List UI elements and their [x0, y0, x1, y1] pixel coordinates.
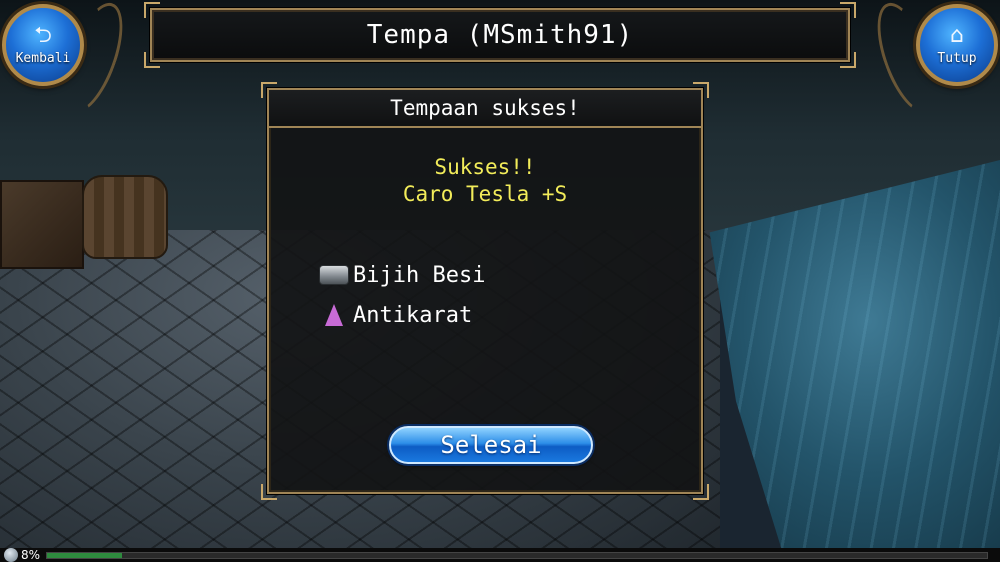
wooden-crate: [0, 180, 84, 269]
result-item-name: Caro Tesla +S: [402, 182, 568, 206]
done-button-label: Selesai: [440, 431, 542, 459]
experience-orb-icon: [4, 548, 18, 562]
list-item: Antikarat: [319, 295, 485, 335]
list-item: Bijih Besi: [319, 255, 485, 295]
corner-ornament: [144, 52, 160, 68]
corner-ornament: [693, 82, 709, 98]
done-button[interactable]: Selesai: [389, 426, 593, 464]
iron-ore-icon: [319, 260, 349, 290]
material-label: Bijih Besi: [353, 262, 486, 288]
dialog-title: Tempaan sukses!: [390, 96, 580, 120]
corner-ornament: [693, 484, 709, 500]
close-button[interactable]: ⌂ Tutup: [916, 4, 998, 86]
corner-ornament: [261, 484, 277, 500]
home-icon: ⌂: [950, 22, 964, 48]
back-arrow-icon: ⮌: [34, 22, 52, 48]
status-bar: 8%: [0, 548, 1000, 562]
progress-percent: 8%: [21, 548, 41, 562]
back-button[interactable]: ⮌ Kembali: [2, 4, 84, 86]
forge-result-dialog: Tempaan sukses! Sukses!! Caro Tesla +S B…: [261, 82, 709, 500]
page-title: Tempa (MSmith91): [366, 20, 634, 50]
close-button-label: Tutup: [937, 50, 977, 66]
result-status: Sukses!!: [434, 155, 536, 179]
progress-fill: [47, 552, 123, 558]
corner-ornament: [840, 2, 856, 18]
corner-ornament: [144, 2, 160, 18]
dialog-header: Tempaan sukses!: [269, 90, 701, 128]
result-message: Sukses!! Caro Tesla +S: [269, 154, 701, 208]
potion-icon: [319, 300, 349, 330]
corner-ornament: [840, 52, 856, 68]
material-list: Bijih Besi Antikarat: [319, 255, 485, 335]
back-button-label: Kembali: [15, 50, 71, 66]
progress-bar: [46, 551, 989, 559]
corner-ornament: [261, 82, 277, 98]
title-bar: Tempa (MSmith91): [144, 2, 856, 68]
wooden-barrel: [82, 175, 168, 259]
material-label: Antikarat: [353, 302, 473, 328]
